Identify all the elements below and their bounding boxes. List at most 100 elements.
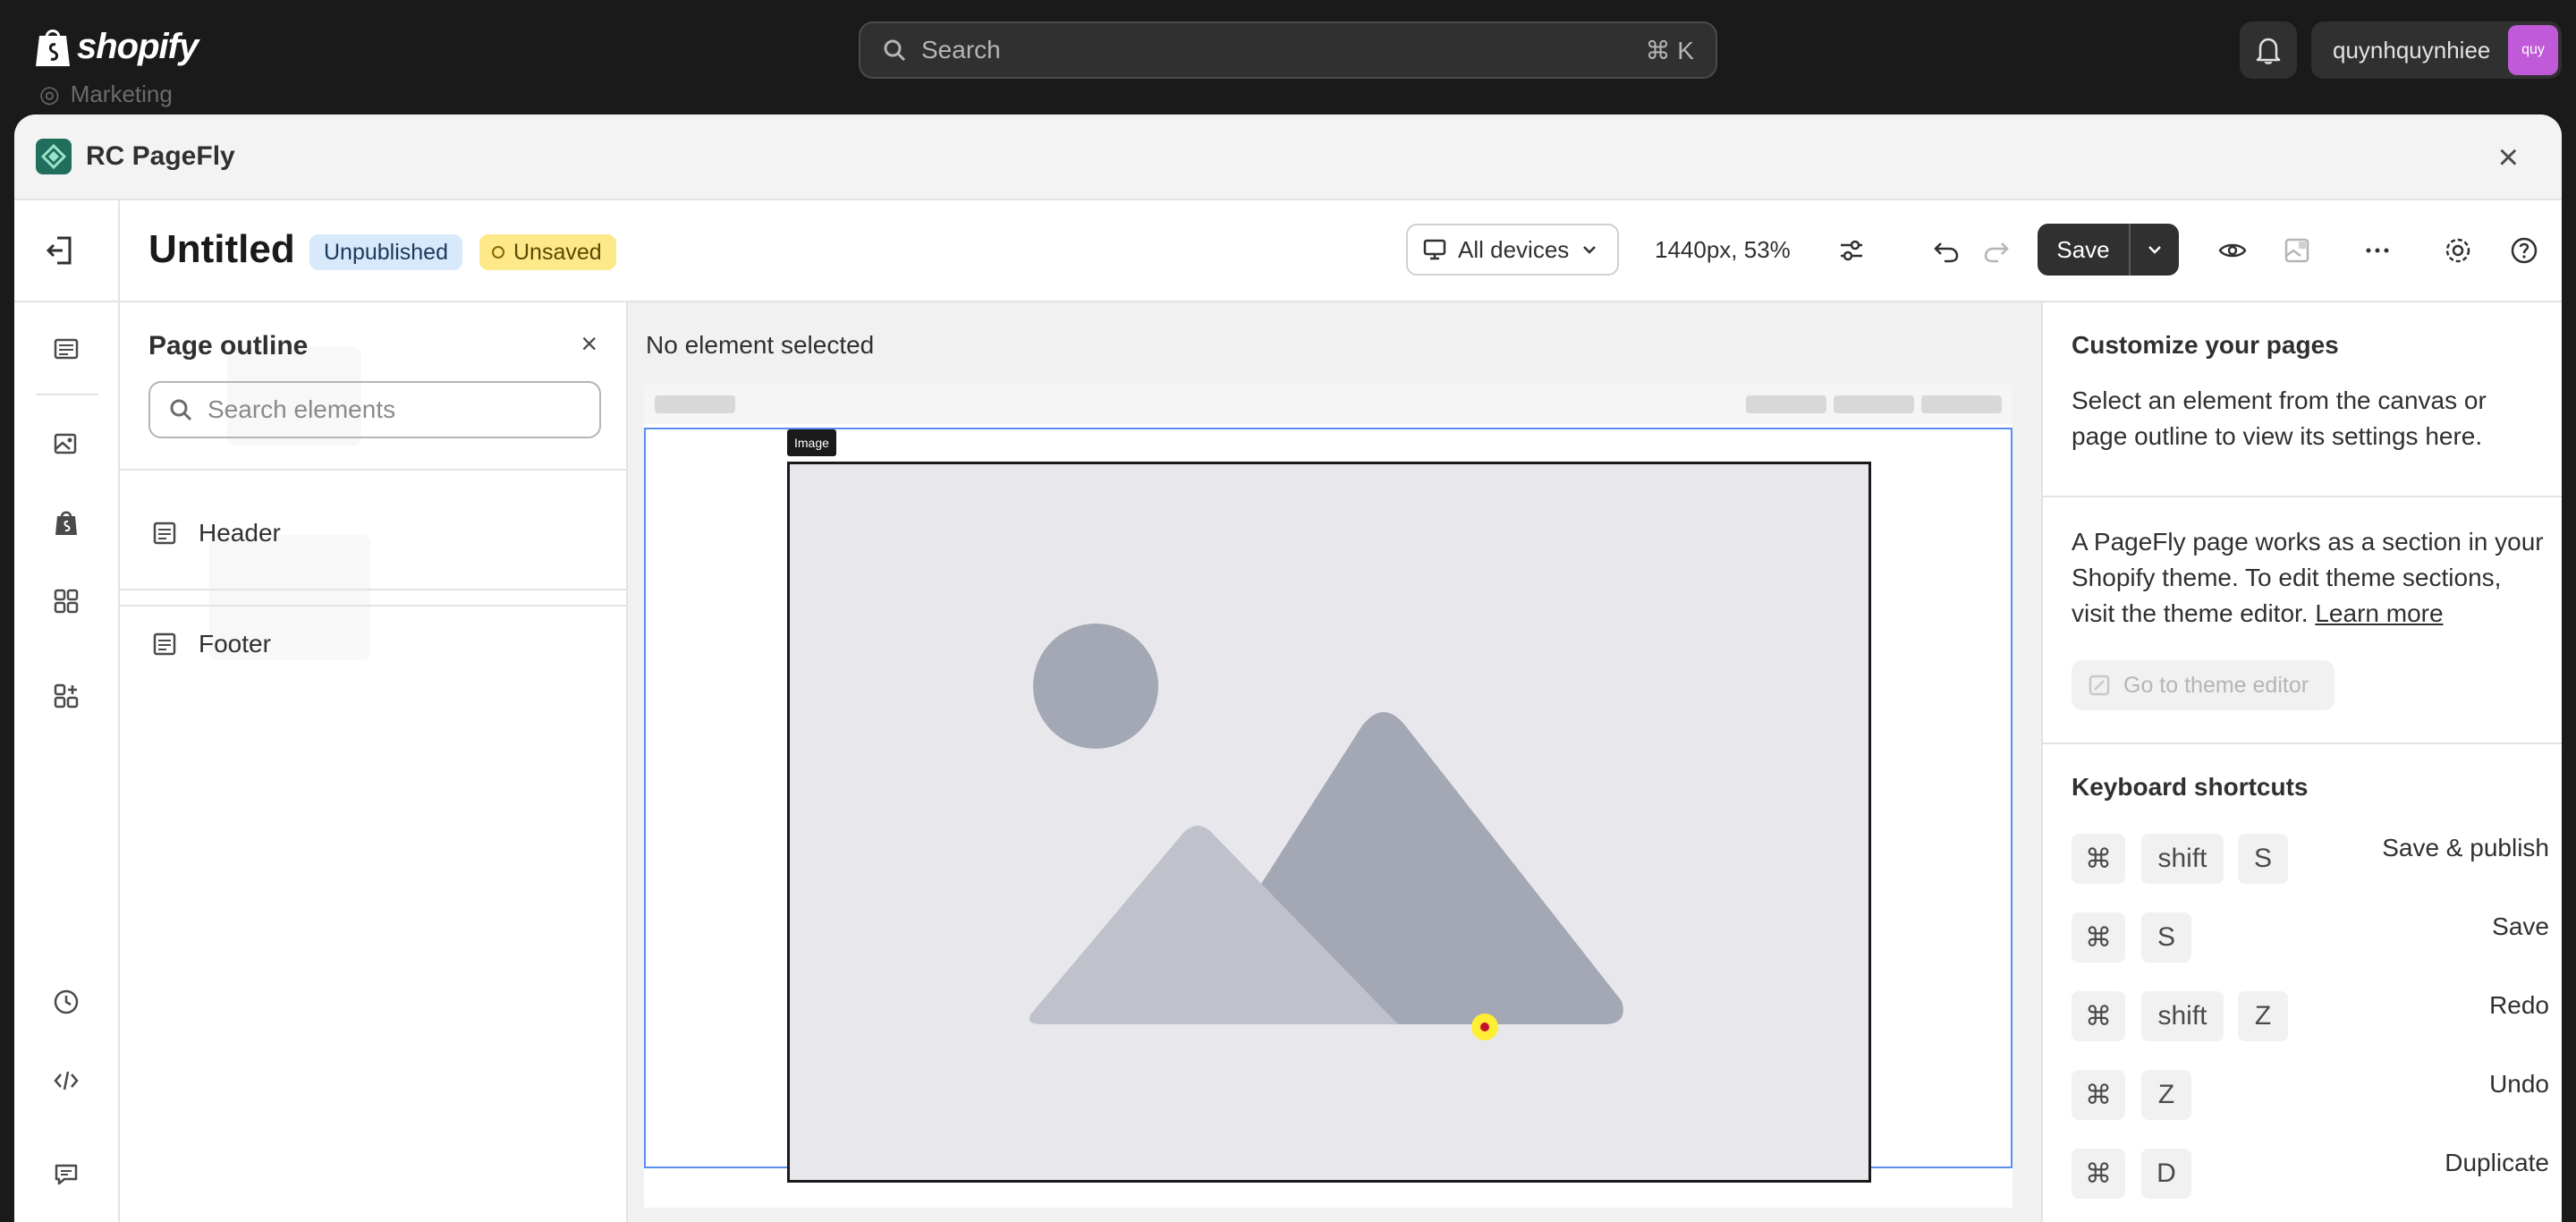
search-shortcut: ⌘ K bbox=[1645, 36, 1694, 64]
preview-button[interactable] bbox=[2216, 234, 2249, 267]
undo-icon bbox=[1934, 242, 1959, 263]
settings-info: A PageFly page works as a section in you… bbox=[2072, 524, 2546, 632]
image-icon bbox=[54, 433, 77, 454]
outline-title: Page outline bbox=[148, 331, 309, 361]
redo-button[interactable] bbox=[1980, 234, 2012, 267]
shortcut-row: ⌘ shift Z Redo bbox=[2072, 991, 2549, 1045]
shopify-wordmark: shopify bbox=[77, 26, 199, 66]
outline-item-label: Header bbox=[199, 519, 281, 547]
page-preview[interactable]: Image bbox=[644, 385, 2012, 1208]
key-cap: Z bbox=[2238, 991, 2288, 1041]
page-title[interactable]: Untitled bbox=[148, 227, 295, 272]
search-icon bbox=[170, 399, 192, 421]
chevron-down-icon bbox=[1583, 246, 1597, 254]
settings-title: Customize your pages bbox=[2072, 331, 2339, 359]
rail-add-section-button[interactable] bbox=[50, 680, 82, 712]
mock-logo bbox=[655, 395, 735, 413]
rail-layers-button[interactable] bbox=[50, 333, 82, 365]
user-menu-button[interactable]: quynhquynhiee quy bbox=[2311, 21, 2562, 79]
pagefly-logo-icon bbox=[36, 139, 72, 174]
editor-canvas[interactable]: No element selected Image bbox=[628, 302, 2041, 1222]
shopify-topbar: shopify Search ⌘ K quynhquynhiee quy ◎ M… bbox=[0, 0, 2576, 107]
outline-item-header[interactable]: Header bbox=[152, 519, 281, 547]
rail-code-button[interactable] bbox=[50, 1065, 82, 1097]
section-icon bbox=[153, 632, 176, 656]
rail-media-button[interactable] bbox=[50, 428, 82, 460]
search-placeholder: Search bbox=[921, 36, 1001, 64]
status-badge: Unpublished bbox=[309, 234, 462, 270]
device-select[interactable]: All devices bbox=[1406, 224, 1619, 276]
mock-nav-item bbox=[1921, 395, 2002, 413]
key-cap: shift bbox=[2141, 991, 2224, 1041]
save-button[interactable]: Save bbox=[2038, 224, 2131, 276]
learn-more-link[interactable]: Learn more bbox=[2315, 599, 2443, 627]
publish-preview-button[interactable] bbox=[2281, 234, 2313, 267]
shopify-bag-icon bbox=[36, 30, 70, 66]
viewport-size[interactable]: 1440px, 53% bbox=[1655, 236, 1791, 264]
outline-divider bbox=[120, 469, 626, 471]
more-button[interactable] bbox=[2361, 234, 2394, 267]
rail-elements-button[interactable] bbox=[50, 585, 82, 617]
chat-icon bbox=[55, 1164, 78, 1185]
search-elements-placeholder: Search elements bbox=[208, 395, 396, 423]
eye-icon bbox=[2218, 243, 2247, 258]
app-modal: RC PageFly × Untitled Unpublished Unsave… bbox=[14, 115, 2562, 1222]
rail-chat-button[interactable] bbox=[50, 1158, 82, 1190]
settings-intro: Select an element from the canvas or pag… bbox=[2072, 386, 2487, 450]
cursor-indicator bbox=[1471, 1014, 1498, 1040]
marketing-icon: ◎ bbox=[39, 81, 60, 107]
shortcut-label: Duplicate bbox=[2445, 1149, 2549, 1176]
image-placeholder-icon bbox=[1029, 624, 1623, 1024]
ghost-nav-label: Marketing bbox=[70, 81, 173, 107]
toolbar-divider bbox=[118, 200, 120, 302]
shortcut-row: ⌘ D Duplicate bbox=[2072, 1149, 2549, 1202]
app-name: RC PageFly bbox=[86, 141, 235, 171]
page-outline-panel: Page outline × Search elements Header Fo… bbox=[120, 302, 628, 1222]
exit-button[interactable] bbox=[41, 233, 77, 273]
rail-shopify-button[interactable] bbox=[50, 506, 82, 539]
desktop-icon bbox=[1423, 239, 1446, 260]
image-element[interactable] bbox=[787, 462, 1871, 1183]
gear-icon bbox=[2445, 238, 2470, 263]
unsaved-dot-icon bbox=[492, 246, 504, 259]
left-icon-rail bbox=[14, 302, 120, 1222]
settings-divider bbox=[2043, 496, 2562, 497]
key-cap: S bbox=[2141, 912, 2191, 963]
theme-editor-icon bbox=[2089, 675, 2110, 696]
help-icon bbox=[2511, 237, 2538, 264]
key-cap: S bbox=[2238, 834, 2288, 884]
help-button[interactable] bbox=[2508, 234, 2540, 267]
global-search-input[interactable]: Search ⌘ K bbox=[859, 21, 1717, 79]
shortcut-label: Save & publish bbox=[2382, 834, 2549, 861]
device-select-label: All devices bbox=[1458, 235, 1570, 263]
undo-button[interactable] bbox=[1930, 234, 1962, 267]
key-cap: shift bbox=[2141, 834, 2224, 884]
save-options-button[interactable] bbox=[2131, 224, 2179, 276]
more-icon bbox=[2366, 248, 2389, 253]
image-preview-icon bbox=[2284, 238, 2309, 263]
rail-history-button[interactable] bbox=[50, 986, 82, 1018]
go-to-theme-editor-button[interactable]: Go to theme editor bbox=[2072, 660, 2334, 710]
shortcut-label: Save bbox=[2492, 912, 2549, 940]
username: quynhquynhiee bbox=[2333, 36, 2491, 64]
avatar: quy bbox=[2508, 25, 2558, 75]
settings-button[interactable] bbox=[2442, 234, 2474, 267]
outline-divider bbox=[120, 605, 626, 607]
search-elements-input[interactable]: Search elements bbox=[148, 381, 601, 438]
outline-item-label: Footer bbox=[199, 630, 271, 658]
shortcut-row: ⌘ S Save bbox=[2072, 912, 2549, 966]
settings-panel: Customize your pages Select an element f… bbox=[2041, 302, 2562, 1222]
shortcut-label: Redo bbox=[2489, 991, 2549, 1019]
close-icon[interactable]: × bbox=[2498, 136, 2519, 179]
key-cap: ⌘ bbox=[2072, 834, 2125, 884]
key-cap: ⌘ bbox=[2072, 1149, 2125, 1199]
adjust-button[interactable] bbox=[1835, 234, 1868, 267]
shopify-logo[interactable]: shopify bbox=[34, 25, 199, 68]
close-icon[interactable]: × bbox=[580, 327, 597, 361]
outline-item-footer[interactable]: Footer bbox=[152, 630, 271, 658]
bell-icon bbox=[2256, 38, 2281, 64]
notifications-button[interactable] bbox=[2240, 21, 2297, 79]
elements-icon bbox=[54, 589, 79, 614]
settings-divider bbox=[2043, 743, 2562, 744]
shopify-icon bbox=[55, 511, 77, 535]
